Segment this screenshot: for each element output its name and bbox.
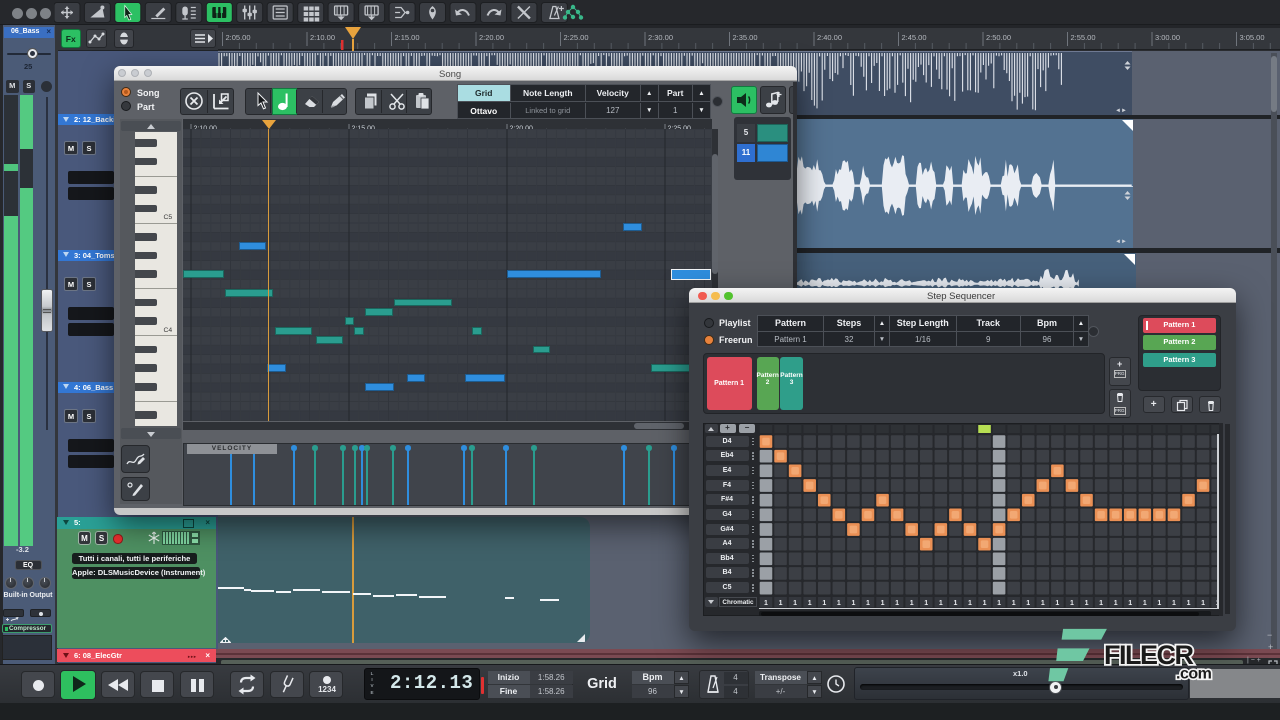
svg-text:1: 1 [1070,599,1074,606]
svg-text:1: 1 [910,599,914,606]
svg-text:1: 1 [822,599,826,606]
svg-text:2:45.00: 2:45.00 [902,33,927,42]
svg-text:1: 1 [1172,599,1176,606]
svg-text:1: 1 [924,599,928,606]
svg-text:1: 1 [1128,599,1132,606]
svg-text:2:05.00: 2:05.00 [226,33,251,42]
svg-text:1: 1 [837,599,841,606]
svg-text:2:10.00: 2:10.00 [310,33,335,42]
svg-text:2:40.00: 2:40.00 [817,33,842,42]
svg-text:1: 1 [1187,599,1191,606]
svg-text:1: 1 [1055,599,1059,606]
svg-text:2:15.00: 2:15.00 [395,33,420,42]
svg-text:3:00.00: 3:00.00 [1155,33,1180,42]
svg-text:1: 1 [953,599,957,606]
svg-text:1: 1 [1026,599,1030,606]
svg-text:2:25.00: 2:25.00 [564,33,589,42]
svg-text:1: 1 [1143,599,1147,606]
svg-text:.com: .com [1176,666,1212,683]
svg-text:1: 1 [1201,599,1205,606]
svg-text:1: 1 [997,599,1001,606]
svg-text:2:50.00: 2:50.00 [986,33,1011,42]
svg-text:2:35.00: 2:35.00 [733,33,758,42]
svg-text:1: 1 [939,599,943,606]
svg-text:1: 1 [808,599,812,606]
svg-text:1: 1 [1012,599,1016,606]
svg-text:1: 1 [881,599,885,606]
svg-text:1: 1 [764,599,768,606]
svg-text:2:55.00: 2:55.00 [1071,33,1096,42]
svg-text:1: 1 [1157,599,1161,606]
svg-text:2:20.00: 2:20.00 [479,33,504,42]
svg-text:1: 1 [793,599,797,606]
svg-text:1: 1 [1041,599,1045,606]
svg-text:1: 1 [851,599,855,606]
svg-text:1: 1 [895,599,899,606]
svg-text:1: 1 [1114,599,1118,606]
svg-text:1: 1 [779,599,783,606]
svg-text:1: 1 [1099,599,1103,606]
svg-text:1: 1 [1085,599,1089,606]
svg-text:1: 1 [968,599,972,606]
svg-text:3:05.00: 3:05.00 [1240,33,1265,42]
svg-text:2:30.00: 2:30.00 [648,33,673,42]
svg-text:1: 1 [983,599,987,606]
svg-text:1: 1 [866,599,870,606]
